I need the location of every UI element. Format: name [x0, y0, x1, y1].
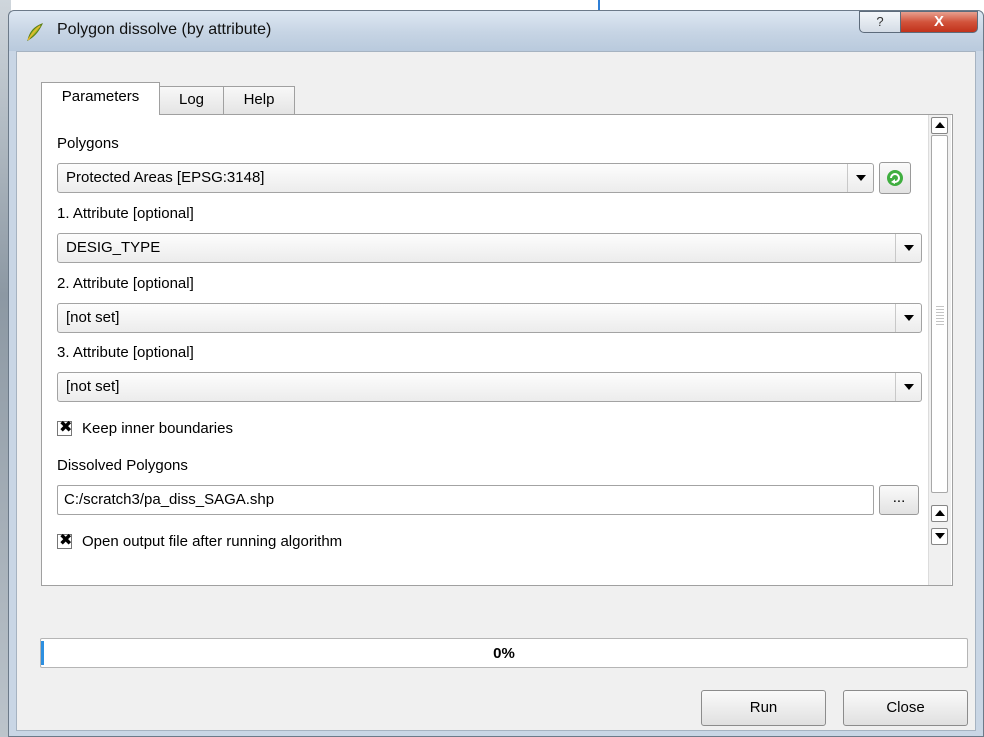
- refresh-icon: [887, 170, 903, 186]
- dissolved-polygons-path: C:/scratch3/pa_diss_SAGA.shp: [64, 491, 275, 508]
- panel-scrollbar[interactable]: [928, 115, 951, 585]
- attribute-3-value: [not set]: [66, 378, 120, 395]
- dialog-window: Polygon dissolve (by attribute) ? X Para…: [8, 10, 984, 737]
- polygons-value: Protected Areas [EPSG:3148]: [66, 169, 265, 186]
- run-button[interactable]: Run: [701, 690, 826, 726]
- dissolved-polygons-path-input[interactable]: C:/scratch3/pa_diss_SAGA.shp: [57, 485, 874, 515]
- attribute-2-label: 2. Attribute [optional]: [57, 275, 194, 292]
- title-bar[interactable]: Polygon dissolve (by attribute) ? X: [9, 11, 983, 51]
- scroll-up-button[interactable]: [931, 117, 948, 134]
- close-button[interactable]: Close: [843, 690, 968, 726]
- scrollbar-thumb[interactable]: [931, 135, 948, 493]
- keep-inner-boundaries-label: Keep inner boundaries: [82, 420, 233, 437]
- dissolved-polygons-label: Dissolved Polygons: [57, 457, 188, 474]
- refresh-layers-button[interactable]: [879, 162, 911, 194]
- scroll-down-button[interactable]: [931, 528, 948, 545]
- attribute-1-label: 1. Attribute [optional]: [57, 205, 194, 222]
- chevron-down-icon[interactable]: [895, 304, 921, 332]
- polygons-label: Polygons: [57, 135, 119, 152]
- dialog-body: Parameters Log Help Polygons Protected A…: [16, 51, 976, 731]
- checkmark-icon: ✖: [59, 532, 73, 549]
- attribute-2-select[interactable]: [not set]: [57, 303, 922, 333]
- attribute-1-select[interactable]: DESIG_TYPE: [57, 233, 922, 263]
- tab-log[interactable]: Log: [159, 86, 224, 114]
- polygons-select[interactable]: Protected Areas [EPSG:3148]: [57, 163, 874, 193]
- chevron-down-icon[interactable]: [895, 234, 921, 262]
- arrow-up-icon: [935, 510, 945, 516]
- attribute-1-value: DESIG_TYPE: [66, 239, 161, 256]
- tab-help[interactable]: Help: [223, 86, 295, 114]
- chevron-down-icon[interactable]: [847, 164, 873, 192]
- keep-inner-boundaries-checkbox[interactable]: ✖: [57, 419, 73, 436]
- checkmark-icon: ✖: [59, 419, 73, 436]
- window-close-button[interactable]: X: [900, 11, 978, 33]
- open-output-label: Open output file after running algorithm: [82, 533, 343, 550]
- open-output-checkbox[interactable]: ✖: [57, 532, 73, 549]
- arrow-up-icon: [935, 122, 945, 128]
- browse-button[interactable]: ...: [879, 485, 919, 515]
- window-title: Polygon dissolve (by attribute): [57, 21, 272, 38]
- help-button[interactable]: ?: [859, 11, 901, 33]
- attribute-2-value: [not set]: [66, 309, 120, 326]
- progress-text: 0%: [493, 645, 515, 662]
- progress-bar: 0%: [40, 638, 968, 668]
- grip-icon: [936, 306, 944, 326]
- arrow-down-icon: [935, 533, 945, 539]
- chevron-down-icon[interactable]: [895, 373, 921, 401]
- scroll-up-button-2[interactable]: [931, 505, 948, 522]
- attribute-3-select[interactable]: [not set]: [57, 372, 922, 402]
- tab-parameters[interactable]: Parameters: [41, 82, 160, 115]
- parameters-panel: Polygons Protected Areas [EPSG:3148] 1. …: [41, 114, 953, 586]
- attribute-3-label: 3. Attribute [optional]: [57, 344, 194, 361]
- saga-leaf-icon: [27, 23, 44, 42]
